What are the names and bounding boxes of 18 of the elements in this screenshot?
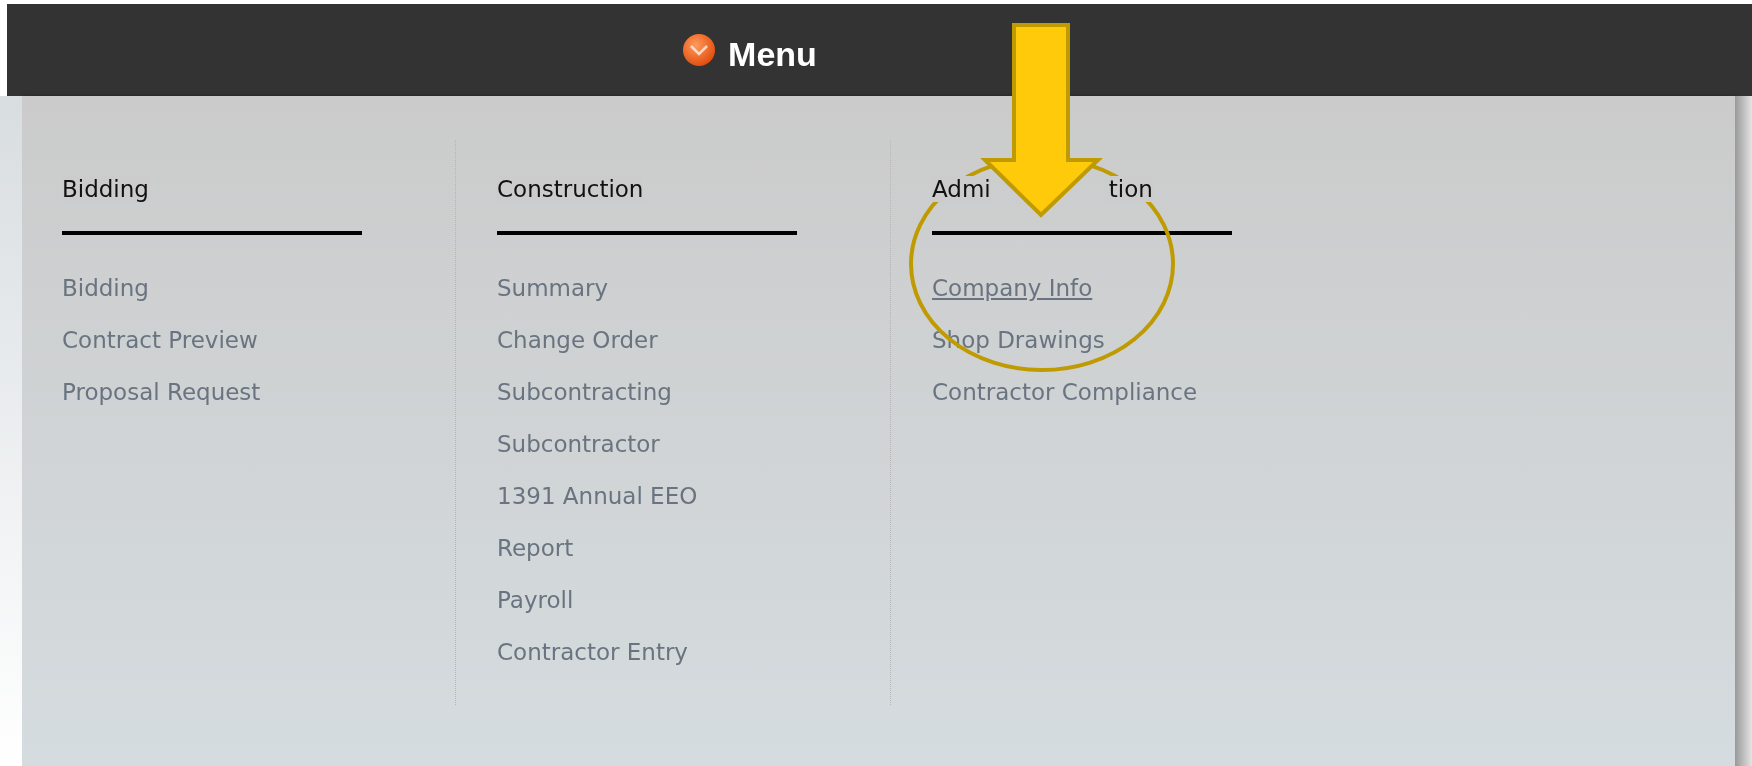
menu-link[interactable]: Subcontracting bbox=[497, 373, 672, 412]
column-heading: Bidding bbox=[62, 176, 149, 202]
menu-link[interactable]: Subcontractor bbox=[497, 425, 660, 464]
menu-link[interactable]: Change Order bbox=[497, 321, 658, 360]
column-heading: Admi bbox=[932, 176, 991, 202]
menu-link[interactable]: Proposal Request bbox=[62, 373, 261, 412]
menu-button[interactable]: Menu bbox=[682, 26, 817, 74]
menu-link[interactable]: Contractor Compliance bbox=[932, 373, 1198, 412]
menu-link[interactable]: Summary bbox=[497, 269, 609, 308]
menu-link[interactable]: Bidding bbox=[62, 269, 149, 308]
menu-link[interactable]: Payroll bbox=[497, 581, 574, 620]
chevron-down-icon bbox=[682, 33, 717, 67]
menu-link[interactable]: Report bbox=[497, 529, 574, 568]
menu-link[interactable]: Company Info bbox=[932, 269, 1093, 308]
menu-link[interactable]: Contractor Entry bbox=[497, 633, 688, 672]
menu-link[interactable]: Contract Preview bbox=[62, 321, 258, 360]
menu-link[interactable]: 1391 Annual EEO bbox=[497, 477, 698, 516]
column-heading: tion bbox=[1108, 176, 1153, 202]
